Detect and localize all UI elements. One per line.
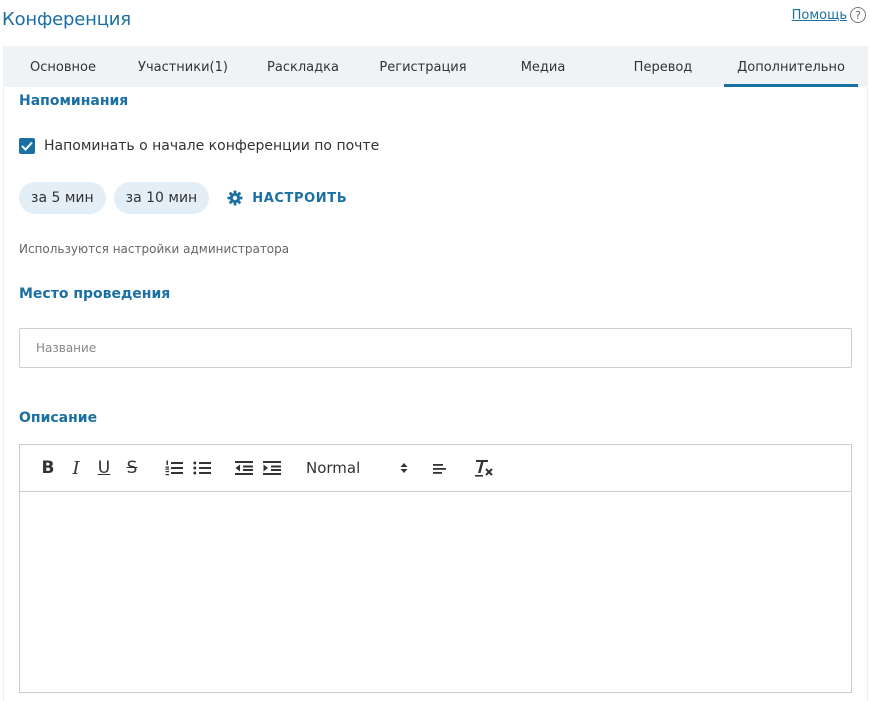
gear-icon [227,190,243,206]
tab-bar: Основное Участники(1) Раскладка Регистра… [3,46,868,87]
configure-button[interactable]: НАСТРОИТЬ [227,190,347,206]
select-arrows-icon [400,463,408,473]
page-title: Конференция [2,9,131,30]
align-button[interactable] [426,456,454,480]
reminder-chips: за 5 мин за 10 мин НАСТРОИТЬ [19,182,347,214]
tab-participants[interactable]: Участники(1) [123,46,243,87]
email-reminder-label[interactable]: Напоминать о начале конференции по почте [44,138,379,154]
strikethrough-icon: S [126,458,138,478]
reminder-chip-5min[interactable]: за 5 мин [19,182,106,214]
tab-layout[interactable]: Раскладка [243,46,363,87]
underline-button[interactable]: U [90,456,118,480]
ordered-list-button[interactable] [160,456,188,480]
indent-button[interactable] [258,456,286,480]
outdent-button[interactable] [230,456,258,480]
tab-registration[interactable]: Регистрация [363,46,483,87]
checkmark-icon [21,141,33,151]
description-title: Описание [19,410,98,426]
format-select[interactable]: Normal [296,459,416,477]
format-select-value: Normal [306,459,361,477]
tab-main[interactable]: Основное [3,46,123,87]
configure-label: НАСТРОИТЬ [252,190,348,206]
help: Помощь ? [792,7,866,23]
tab-translation[interactable]: Перевод [603,46,723,87]
ordered-list-icon [165,460,183,476]
description-editor: B I U S Normal [19,444,852,693]
strikethrough-button[interactable]: S [118,456,146,480]
bold-icon: B [41,458,55,478]
align-left-icon [433,464,447,474]
italic-button[interactable]: I [62,456,90,480]
outdent-icon [235,461,253,475]
editor-body[interactable] [20,492,851,692]
admin-settings-note: Используются настройки администратора [19,242,290,256]
bold-button[interactable]: B [34,456,62,480]
clear-format-button[interactable] [470,456,498,480]
editor-toolbar: B I U S Normal [20,445,851,492]
reminders-title: Напоминания [19,93,129,109]
reminder-chip-10min[interactable]: за 10 мин [113,182,210,214]
bullet-list-button[interactable] [188,456,216,480]
help-icon[interactable]: ? [850,7,866,23]
italic-icon: I [72,457,80,479]
underline-icon: U [97,458,111,478]
tab-additional[interactable]: Дополнительно [724,46,858,87]
indent-icon [263,461,281,475]
email-reminder-row: Напоминать о начале конференции по почте [19,138,379,154]
email-reminder-checkbox[interactable] [19,138,35,154]
bullet-list-icon [193,461,211,475]
help-link[interactable]: Помощь [792,8,847,23]
tab-media[interactable]: Медиа [483,46,603,87]
venue-name-input[interactable] [19,328,852,368]
clear-format-icon [475,460,493,477]
venue-title: Место проведения [19,286,171,302]
